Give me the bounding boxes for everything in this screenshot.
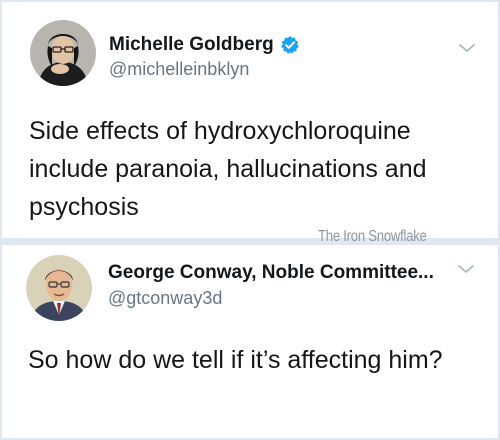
chevron-down-icon[interactable] — [458, 42, 476, 54]
tweet-card[interactable]: George Conway, Noble Committee... @gtcon… — [2, 245, 498, 438]
avatar[interactable] — [26, 255, 92, 321]
display-name[interactable]: Michelle Goldberg — [109, 34, 274, 56]
chevron-down-icon[interactable] — [457, 263, 475, 275]
avatar[interactable] — [30, 20, 96, 86]
profile-photo-icon — [30, 20, 96, 86]
author-row[interactable]: George Conway, Noble Committee... — [108, 262, 434, 284]
handle[interactable]: @michelleinbklyn — [109, 59, 249, 80]
tweet-card[interactable]: Michelle Goldberg @michelleinbklyn Side … — [2, 2, 498, 238]
profile-illustration-icon — [26, 255, 92, 321]
author-row[interactable]: Michelle Goldberg — [109, 34, 300, 56]
watermark: The Iron Snowflake — [318, 228, 427, 245]
verified-badge-icon — [280, 35, 300, 55]
display-name[interactable]: George Conway, Noble Committee... — [108, 262, 434, 284]
handle[interactable]: @gtconway3d — [108, 288, 222, 309]
tweet-text: Side effects of hydroxychloroquine inclu… — [29, 117, 427, 221]
tweet-text: So how do we tell if it’s affecting him? — [28, 346, 443, 374]
